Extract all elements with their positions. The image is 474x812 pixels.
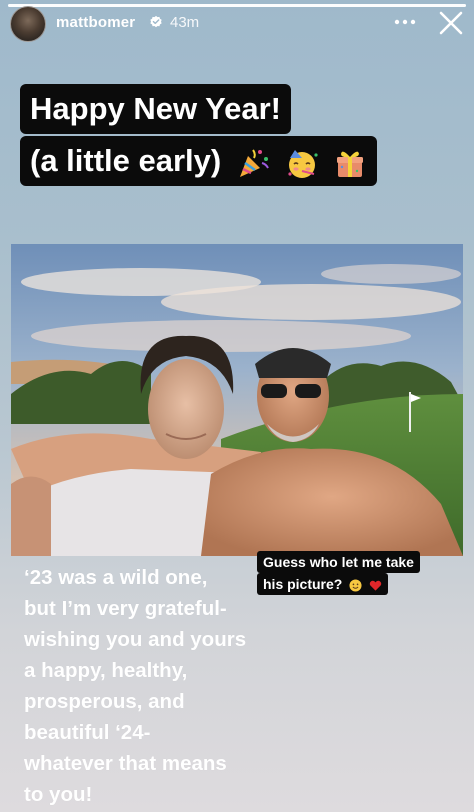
party-popper-icon xyxy=(239,149,269,177)
caption-text-2: (a little early) xyxy=(30,143,222,178)
profile-avatar[interactable] xyxy=(10,6,46,42)
story-body-text: ‘23 was a wild one, but I’m very gratefu… xyxy=(24,566,247,806)
caption-text-1: Happy New Year! xyxy=(30,91,281,126)
post-time: 43m xyxy=(170,14,200,31)
more-options-icon[interactable] xyxy=(392,14,418,30)
wrapped-gift-icon xyxy=(337,151,364,177)
story-progress-fill xyxy=(8,4,466,7)
red-heart-icon xyxy=(369,580,382,591)
smiling-face-icon xyxy=(349,579,362,592)
caption-line-2: (a little early) xyxy=(20,136,378,186)
partying-face-icon xyxy=(287,149,318,178)
username[interactable]: mattbomer xyxy=(56,14,135,31)
verified-badge-icon xyxy=(150,15,162,28)
close-icon[interactable] xyxy=(438,10,464,36)
caption-line-1: Happy New Year! xyxy=(20,84,291,134)
story-progress-bar xyxy=(8,4,466,7)
selfie-photo xyxy=(11,244,463,556)
